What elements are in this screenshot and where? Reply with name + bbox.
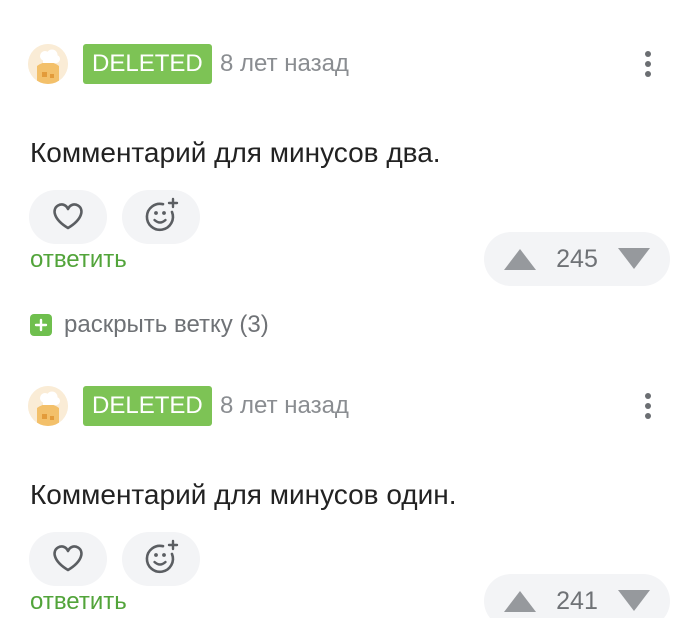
more-options-button[interactable]: [626, 42, 670, 86]
reply-link[interactable]: ответить: [30, 582, 127, 618]
comment: DELETED 8 лет назад Комментарий для мину…: [0, 28, 700, 286]
upvote-icon: [504, 249, 536, 270]
more-dot: [645, 413, 651, 419]
add-emoji-icon: [145, 539, 179, 574]
comments-thread: DELETED 8 лет назад Комментарий для мину…: [0, 0, 700, 618]
comment-text: Комментарий для минусов один.: [30, 479, 457, 510]
more-vertical-icon: [645, 393, 651, 399]
upvote-button[interactable]: [500, 574, 540, 618]
like-button[interactable]: [29, 190, 107, 244]
comment-timestamp: 8 лет назад: [220, 392, 349, 419]
more-options-button[interactable]: [626, 384, 670, 428]
comment-timestamp: 8 лет назад: [220, 50, 349, 77]
heart-icon: [53, 545, 83, 572]
user-avatar[interactable]: [28, 44, 68, 84]
more-dot: [645, 403, 651, 409]
more-dot: [645, 61, 651, 67]
add-emoji-icon: [145, 197, 179, 232]
more-dot: [645, 71, 651, 77]
user-status-badge: DELETED: [83, 44, 212, 84]
upvote-button[interactable]: [500, 232, 540, 286]
downvote-icon: [618, 248, 650, 269]
downvote-icon: [618, 590, 650, 611]
upvote-icon: [504, 591, 536, 612]
chef-avatar-icon: [28, 44, 68, 84]
rating-score: 245: [556, 245, 598, 273]
rating-control: 241: [484, 574, 670, 618]
expand-branch-label: раскрыть ветку (3): [64, 311, 269, 338]
rating-control: 245: [484, 232, 670, 286]
downvote-button[interactable]: [614, 232, 654, 286]
more-vertical-icon: [645, 51, 651, 57]
reply-link[interactable]: ответить: [30, 240, 127, 280]
user-avatar[interactable]: [28, 386, 68, 426]
like-button[interactable]: [29, 532, 107, 586]
chef-avatar-icon: [28, 386, 68, 426]
plus-icon: [30, 314, 52, 336]
comment-text: Комментарий для минусов два.: [30, 137, 441, 168]
add-reaction-button[interactable]: [122, 190, 200, 244]
heart-icon: [53, 203, 83, 230]
user-status-badge: DELETED: [83, 386, 212, 426]
add-reaction-button[interactable]: [122, 532, 200, 586]
downvote-button[interactable]: [614, 574, 654, 618]
rating-score: 241: [556, 587, 598, 615]
comment: DELETED 8 лет назад Комментарий для мину…: [0, 370, 700, 618]
